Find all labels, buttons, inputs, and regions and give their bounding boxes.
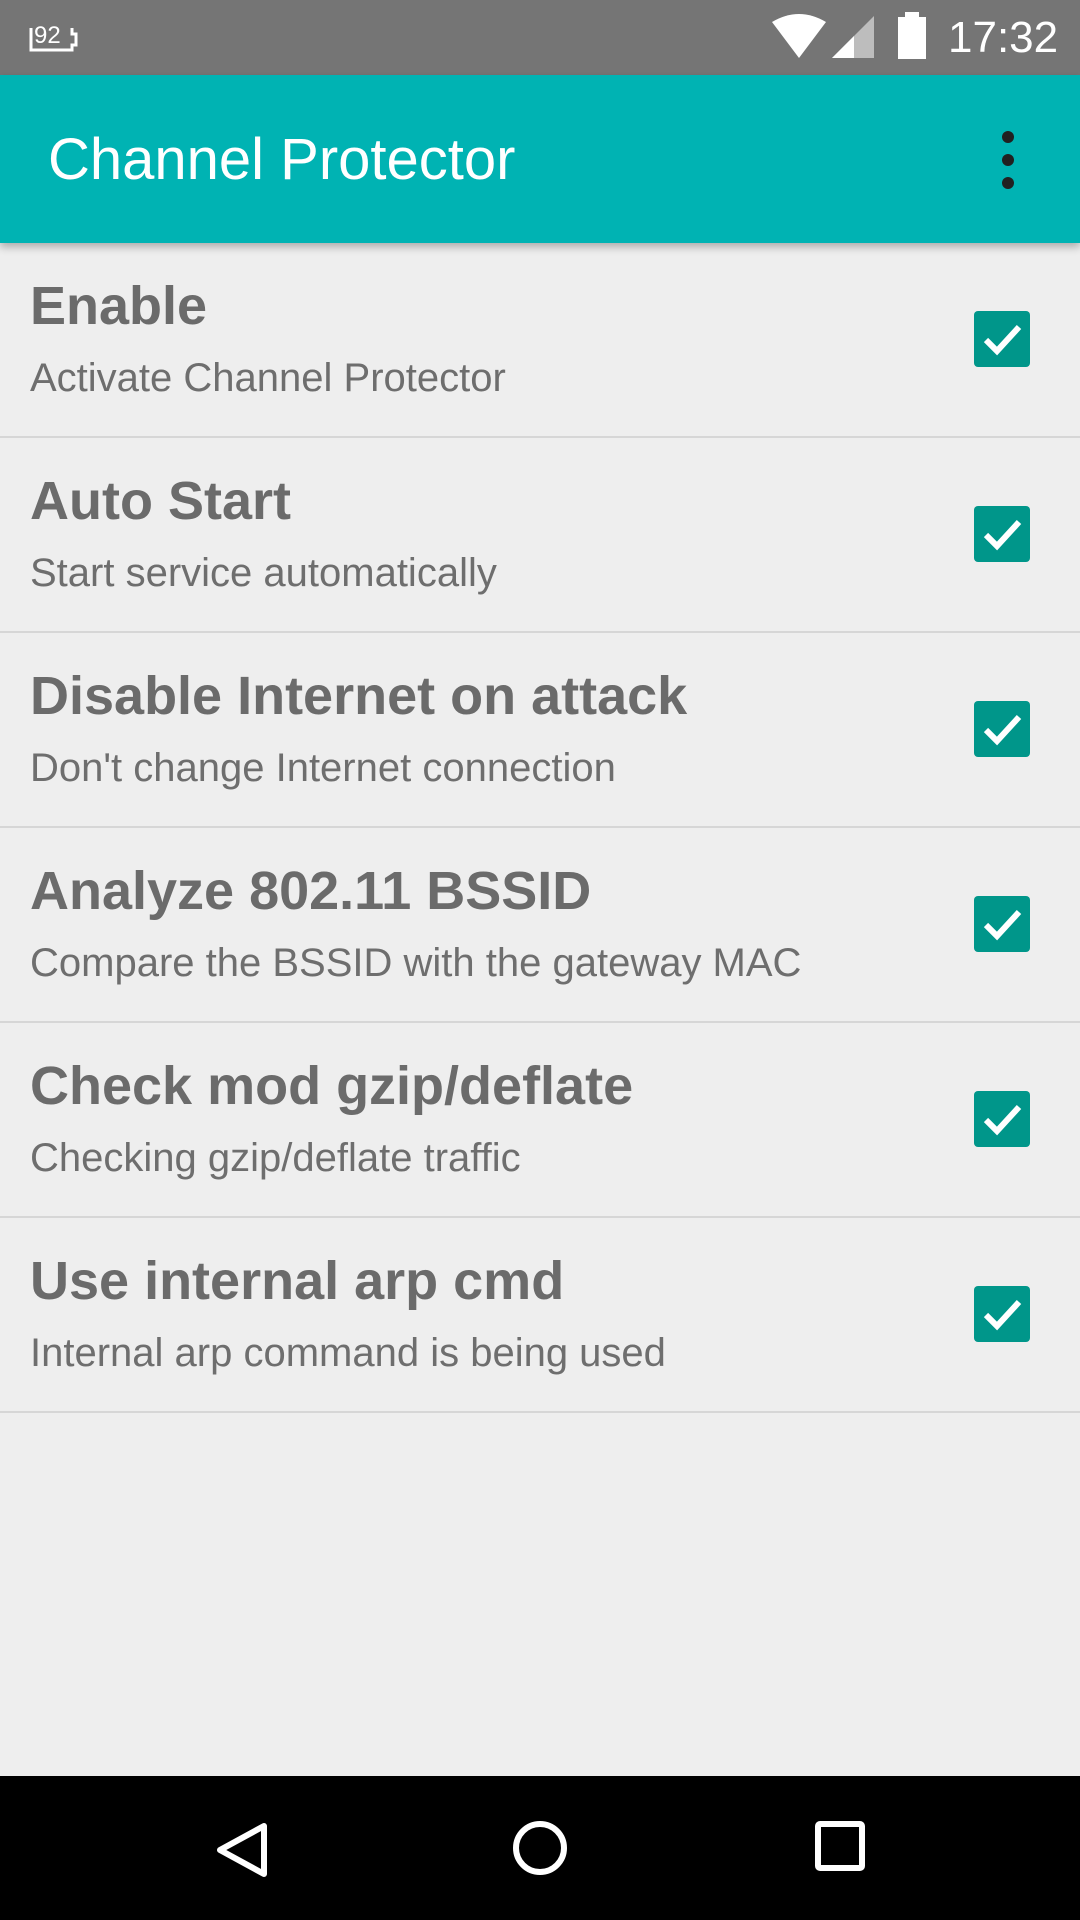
pref-title: Auto Start xyxy=(30,471,291,531)
navigation-bar xyxy=(0,1776,1080,1920)
notification-92-icon: 92 xyxy=(29,22,78,52)
check-icon xyxy=(983,1104,1022,1136)
pref-summary: Don't change Internet connection xyxy=(30,746,616,790)
auto-start-checkbox[interactable] xyxy=(974,506,1030,562)
internal-arp-checkbox[interactable] xyxy=(974,1286,1030,1342)
cell-signal-icon xyxy=(832,16,874,58)
pref-summary: Checking gzip/deflate traffic xyxy=(30,1136,521,1180)
check-icon xyxy=(983,1299,1022,1331)
pref-internal-arp[interactable]: Use internal arp cmd Internal arp comman… xyxy=(0,1218,1080,1413)
home-icon[interactable] xyxy=(510,1818,570,1878)
back-icon[interactable] xyxy=(212,1820,270,1880)
pref-enable[interactable]: Enable Activate Channel Protector xyxy=(0,243,1080,438)
battery-icon xyxy=(898,12,926,59)
pref-summary: Internal arp command is being used xyxy=(30,1331,666,1375)
pref-title: Use internal arp cmd xyxy=(30,1251,565,1311)
pref-title: Check mod gzip/deflate xyxy=(30,1056,634,1116)
analyze-bssid-checkbox[interactable] xyxy=(974,896,1030,952)
check-gzip-checkbox[interactable] xyxy=(974,1091,1030,1147)
pref-auto-start[interactable]: Auto Start Start service automatically xyxy=(0,438,1080,633)
recents-icon[interactable] xyxy=(814,1820,866,1872)
app-title: Channel Protector xyxy=(48,127,516,192)
pref-analyze-bssid[interactable]: Analyze 802.11 BSSID Compare the BSSID w… xyxy=(0,828,1080,1023)
pref-title: Enable xyxy=(30,276,208,336)
pref-summary: Compare the BSSID with the gateway MAC xyxy=(30,941,802,985)
pref-summary: Start service automatically xyxy=(30,551,497,595)
pref-check-gzip[interactable]: Check mod gzip/deflate Checking gzip/def… xyxy=(0,1023,1080,1218)
status-bar: 92 17:32 xyxy=(0,0,1080,75)
pref-summary: Activate Channel Protector xyxy=(30,356,506,400)
disable-internet-checkbox[interactable] xyxy=(974,701,1030,757)
wifi-icon xyxy=(772,14,826,58)
check-icon xyxy=(983,324,1022,356)
check-icon xyxy=(983,909,1022,941)
check-icon xyxy=(983,714,1022,746)
status-clock: 17:32 xyxy=(948,13,1059,62)
pref-disable-internet[interactable]: Disable Internet on attack Don't change … xyxy=(0,633,1080,828)
pref-title: Analyze 802.11 BSSID xyxy=(30,861,592,921)
check-icon xyxy=(983,519,1022,551)
preference-list: Enable Activate Channel Protector Auto S… xyxy=(0,243,1080,1413)
app-bar: Channel Protector xyxy=(0,75,1080,243)
svg-text:92: 92 xyxy=(34,22,61,49)
more-vert-icon[interactable] xyxy=(980,125,1036,195)
pref-title: Disable Internet on attack xyxy=(30,666,688,726)
enable-checkbox[interactable] xyxy=(974,311,1030,367)
